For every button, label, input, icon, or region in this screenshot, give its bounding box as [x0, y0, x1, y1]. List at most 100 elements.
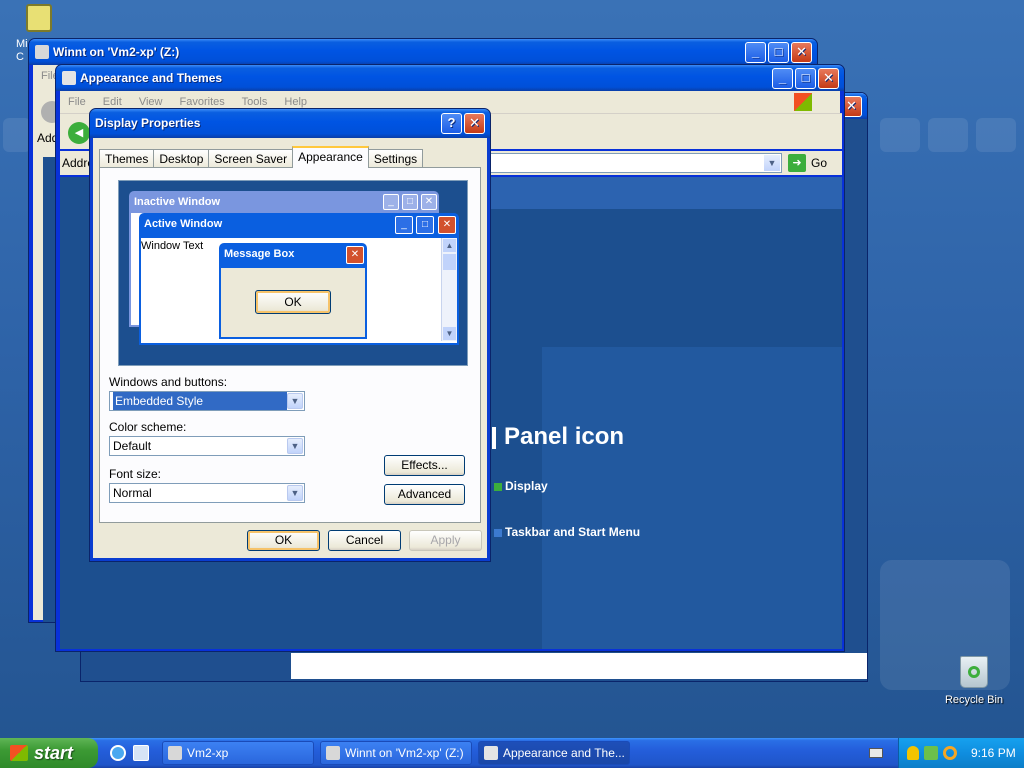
- window-title: Winnt on 'Vm2-xp' (Z:): [53, 45, 180, 59]
- dialog-titlebar[interactable]: Display Properties ? ✕: [90, 109, 490, 138]
- close-icon: ✕: [438, 216, 456, 234]
- menu-help[interactable]: Help: [284, 96, 307, 108]
- close-icon: ✕: [346, 246, 364, 264]
- clock[interactable]: 9:16 PM: [971, 746, 1016, 760]
- recycle-bin-label: Recycle Bin: [944, 694, 1004, 706]
- display-properties-dialog[interactable]: Display Properties ? ✕ Themes Desktop Sc…: [89, 108, 491, 562]
- search-icon[interactable]: [943, 746, 957, 760]
- appearance-themes-titlebar[interactable]: Appearance and Themes _ □ ✕: [56, 65, 844, 91]
- background-window-content: [291, 653, 867, 679]
- close-icon[interactable]: ✕: [791, 42, 812, 63]
- drive-icon: [35, 45, 49, 59]
- folder-icon: [484, 746, 498, 760]
- ok-button[interactable]: OK: [247, 530, 320, 551]
- preview-msgbox-body: OK: [221, 268, 365, 337]
- link-bullet-icon: [494, 529, 502, 537]
- my-computer-icon[interactable]: [26, 4, 52, 32]
- preview-ok-button: OK: [255, 290, 331, 314]
- menu-file[interactable]: File: [68, 96, 86, 108]
- dialog-tabs: Themes Desktop Screen Saver Appearance S…: [99, 146, 424, 168]
- drive-icon: [168, 746, 182, 760]
- page-heading: Panel icon: [504, 423, 625, 450]
- preview-msgbox-title: Message Box: [224, 248, 295, 260]
- advanced-button[interactable]: Advanced: [384, 484, 465, 505]
- security-shield-icon[interactable]: [907, 746, 919, 760]
- desktop-tile: [928, 118, 968, 152]
- task-vm2-xp[interactable]: Vm2-xp: [162, 741, 314, 765]
- menu-edit[interactable]: Edit: [103, 96, 122, 108]
- color-scheme-select[interactable]: Default ▼: [109, 436, 305, 456]
- windows-buttons-label: Windows and buttons:: [109, 375, 228, 389]
- task-winnt[interactable]: Winnt on 'Vm2-xp' (Z:): [320, 741, 472, 765]
- chevron-down-icon[interactable]: ▼: [287, 393, 303, 409]
- go-button[interactable]: Go: [811, 156, 827, 170]
- apply-button[interactable]: Apply: [409, 530, 482, 551]
- effects-button[interactable]: Effects...: [384, 455, 465, 476]
- tab-desktop[interactable]: Desktop: [153, 149, 210, 168]
- minimize-icon: _: [383, 194, 399, 210]
- chevron-down-icon[interactable]: ▼: [764, 155, 780, 171]
- tab-settings[interactable]: Settings: [367, 149, 424, 168]
- address-input[interactable]: ▼: [490, 153, 782, 173]
- desktop-tile: [3, 118, 31, 152]
- cancel-button[interactable]: Cancel: [328, 530, 401, 551]
- windows-buttons-select[interactable]: Embedded Style ▼: [109, 391, 305, 411]
- link-display[interactable]: Display: [505, 479, 548, 493]
- appearance-preview: Inactive Window _ □ ✕ Active Window _ □ …: [118, 180, 468, 366]
- recycle-bin-icon[interactable]: [960, 656, 988, 688]
- network-icon[interactable]: [924, 746, 938, 760]
- preview-window-text: Window Text: [141, 240, 204, 252]
- heading-marker: [492, 427, 496, 449]
- keyboard-icon[interactable]: [869, 748, 883, 758]
- drive-icon: [326, 746, 340, 760]
- dialog-title: Display Properties: [95, 116, 201, 130]
- close-icon[interactable]: ✕: [464, 113, 485, 134]
- show-desktop-icon[interactable]: [133, 745, 149, 761]
- windows-logo-icon: [10, 745, 28, 761]
- color-scheme-value: Default: [113, 439, 152, 453]
- winnt-titlebar[interactable]: Winnt on 'Vm2-xp' (Z:) _ □ ✕: [29, 39, 817, 65]
- tab-appearance[interactable]: Appearance: [292, 146, 369, 168]
- minimize-icon[interactable]: _: [772, 68, 793, 89]
- link-taskbar-start-menu[interactable]: Taskbar and Start Menu: [505, 525, 640, 539]
- task-appearance-themes[interactable]: Appearance and The...: [478, 741, 630, 765]
- chevron-up-icon: ▲: [443, 239, 456, 252]
- close-icon[interactable]: ✕: [818, 68, 839, 89]
- back-icon[interactable]: ◀: [68, 122, 90, 144]
- appearance-tab-panel: Inactive Window _ □ ✕ Active Window _ □ …: [99, 167, 481, 523]
- close-icon: ✕: [421, 194, 437, 210]
- internet-explorer-icon[interactable]: [110, 745, 126, 761]
- chevron-down-icon[interactable]: ▼: [287, 438, 303, 454]
- tab-screen-saver[interactable]: Screen Saver: [208, 149, 294, 168]
- minimize-icon[interactable]: _: [745, 42, 766, 63]
- menu-tools[interactable]: Tools: [242, 96, 268, 108]
- task-label: Appearance and The...: [503, 746, 625, 760]
- desktop-tile: [976, 118, 1016, 152]
- preview-scrollbar: ▲ ▼: [441, 238, 457, 341]
- preview-active-title: Active Window: [144, 218, 223, 230]
- chevron-down-icon[interactable]: ▼: [287, 485, 303, 501]
- menu-view[interactable]: View: [139, 96, 163, 108]
- windows-logo-icon: [794, 93, 812, 111]
- menu-favorites[interactable]: Favorites: [180, 96, 225, 108]
- tab-themes[interactable]: Themes: [99, 149, 155, 168]
- color-scheme-label: Color scheme:: [109, 420, 187, 434]
- preview-inactive-title: Inactive Window: [134, 196, 221, 208]
- help-icon[interactable]: ?: [441, 113, 462, 134]
- recycle-symbol-icon: [968, 666, 980, 678]
- chevron-down-icon: ▼: [443, 327, 456, 340]
- taskbar: start Vm2-xp Winnt on 'Vm2-xp' (Z:) Appe…: [0, 738, 1024, 768]
- content-decoration: [542, 347, 842, 649]
- desktop-tile: [880, 560, 1010, 690]
- font-size-select[interactable]: Normal ▼: [109, 483, 305, 503]
- go-arrow-icon[interactable]: ➜: [788, 154, 806, 172]
- maximize-icon[interactable]: □: [795, 68, 816, 89]
- folder-icon: [62, 71, 76, 85]
- scroll-thumb: [443, 254, 456, 270]
- maximize-icon: □: [402, 194, 418, 210]
- start-label: start: [34, 743, 74, 763]
- task-label: Vm2-xp: [187, 746, 229, 760]
- task-label: Winnt on 'Vm2-xp' (Z:): [345, 746, 464, 760]
- maximize-icon[interactable]: □: [768, 42, 789, 63]
- start-button[interactable]: start: [0, 738, 98, 768]
